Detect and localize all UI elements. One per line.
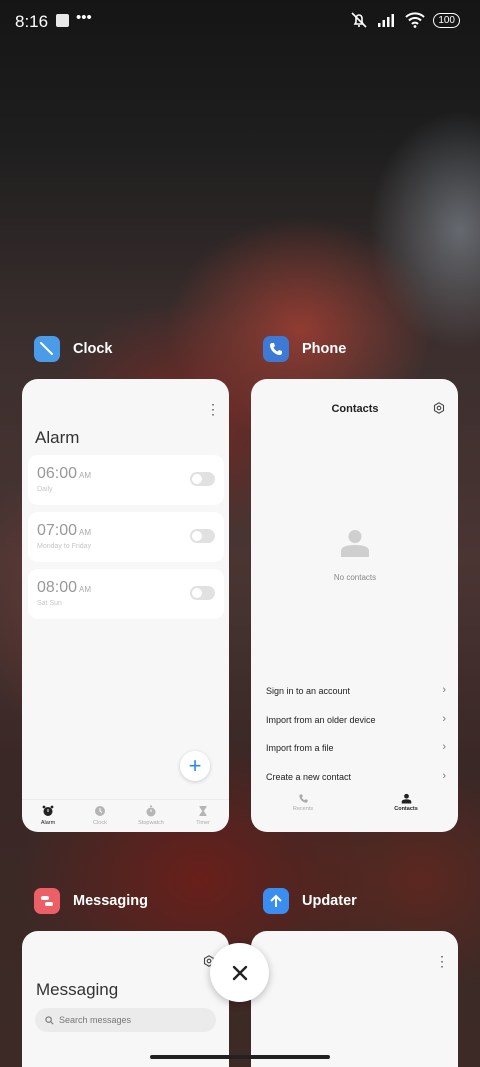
status-time: 8:16	[15, 12, 49, 31]
sign-in-option[interactable]: Sign in to an account ›	[266, 684, 446, 696]
nav-stopwatch[interactable]: Stopwatch	[125, 805, 177, 826]
add-alarm-button[interactable]: +	[180, 751, 210, 781]
close-icon	[232, 965, 247, 980]
phone-icon	[298, 794, 308, 803]
nav-timer[interactable]: Timer	[177, 805, 229, 826]
messaging-app-header[interactable]: Messaging	[34, 888, 148, 914]
no-contacts-text: No contacts	[333, 573, 377, 582]
alarm-repeat: Sat Sun	[37, 600, 62, 607]
clock-app-card[interactable]: ⋮ Alarm 06:00 AM Daily 07:00 AM Monday to …	[22, 379, 229, 832]
chevron-right-icon: ›	[442, 741, 446, 753]
alarm-time: 07:00 AM	[37, 522, 92, 539]
clock-icon	[95, 806, 105, 816]
messaging-title: Messaging	[36, 980, 119, 999]
create-contact-option[interactable]: Create a new contact ›	[266, 770, 446, 782]
alarm-item[interactable]: 08:00 AM Sat Sun	[28, 569, 224, 619]
updater-app-header[interactable]: Updater	[263, 888, 357, 914]
nav-clock[interactable]: Clock	[74, 805, 126, 826]
person-placeholder-icon	[341, 530, 369, 557]
person-icon	[401, 793, 411, 804]
phone-app-name: Phone	[302, 341, 347, 357]
search-placeholder: Search messages	[59, 1015, 132, 1025]
alarm-item[interactable]: 06:00 AM Daily	[28, 455, 224, 505]
alarm-repeat: Monday to Friday	[37, 543, 92, 550]
search-icon	[45, 1016, 54, 1025]
home-indicator[interactable]	[150, 1055, 330, 1059]
vibrate-icon	[351, 12, 367, 28]
more-notifications-icon: •••	[76, 9, 92, 26]
nav-alarm[interactable]: Alarm	[22, 805, 74, 826]
alarm-toggle[interactable]	[190, 472, 215, 486]
alarm-repeat: Daily	[37, 486, 53, 493]
search-messages-input[interactable]: Search messages	[35, 1008, 216, 1032]
clock-app-icon	[34, 336, 60, 362]
contacts-title: Contacts	[331, 403, 379, 415]
chevron-right-icon: ›	[442, 684, 446, 696]
phone-app-card[interactable]: Contacts No contacts Sign in to an accou…	[251, 379, 458, 832]
import-older-device-option[interactable]: Import from an older device ›	[266, 713, 446, 725]
stopwatch-icon	[146, 805, 156, 817]
clock-app-name: Clock	[73, 341, 113, 357]
battery-indicator: 100	[433, 12, 460, 28]
messaging-app-card[interactable]: Messaging Search messages	[22, 931, 229, 1067]
status-bar: 8:16 ••• 100	[0, 0, 480, 44]
alarm-toggle[interactable]	[190, 529, 215, 543]
wifi-icon	[405, 12, 426, 28]
phone-app-icon	[263, 336, 289, 362]
updater-app-name: Updater	[302, 893, 357, 909]
nav-divider	[22, 799, 229, 800]
settings-gear-icon[interactable]	[433, 402, 445, 414]
notification-square-icon	[56, 14, 69, 27]
alarm-time: 06:00 AM	[37, 465, 92, 482]
import-file-option[interactable]: Import from a file ›	[266, 741, 446, 753]
updater-app-icon	[263, 888, 289, 914]
nav-recents[interactable]: Recents	[273, 793, 333, 812]
messaging-app-name: Messaging	[73, 893, 148, 909]
alarm-title: Alarm	[35, 428, 80, 447]
updater-more-icon[interactable]: ⋮	[435, 953, 449, 970]
hourglass-icon	[199, 806, 207, 816]
messaging-app-icon	[34, 888, 60, 914]
signal-icon	[378, 14, 395, 27]
phone-app-header[interactable]: Phone	[263, 336, 346, 362]
chevron-right-icon: ›	[442, 770, 446, 782]
nav-contacts[interactable]: Contacts	[376, 793, 436, 812]
alarm-time: 08:00 AM	[37, 579, 92, 596]
chevron-right-icon: ›	[442, 713, 446, 725]
clock-more-icon[interactable]: ⋮	[206, 401, 220, 418]
updater-app-card[interactable]: ⋮	[251, 931, 458, 1067]
alarm-clock-icon	[42, 805, 54, 816]
clock-app-header[interactable]: Clock	[34, 336, 113, 362]
alarm-item[interactable]: 07:00 AM Monday to Friday	[28, 512, 224, 562]
clear-all-button[interactable]	[210, 943, 269, 1002]
alarm-toggle[interactable]	[190, 586, 215, 600]
